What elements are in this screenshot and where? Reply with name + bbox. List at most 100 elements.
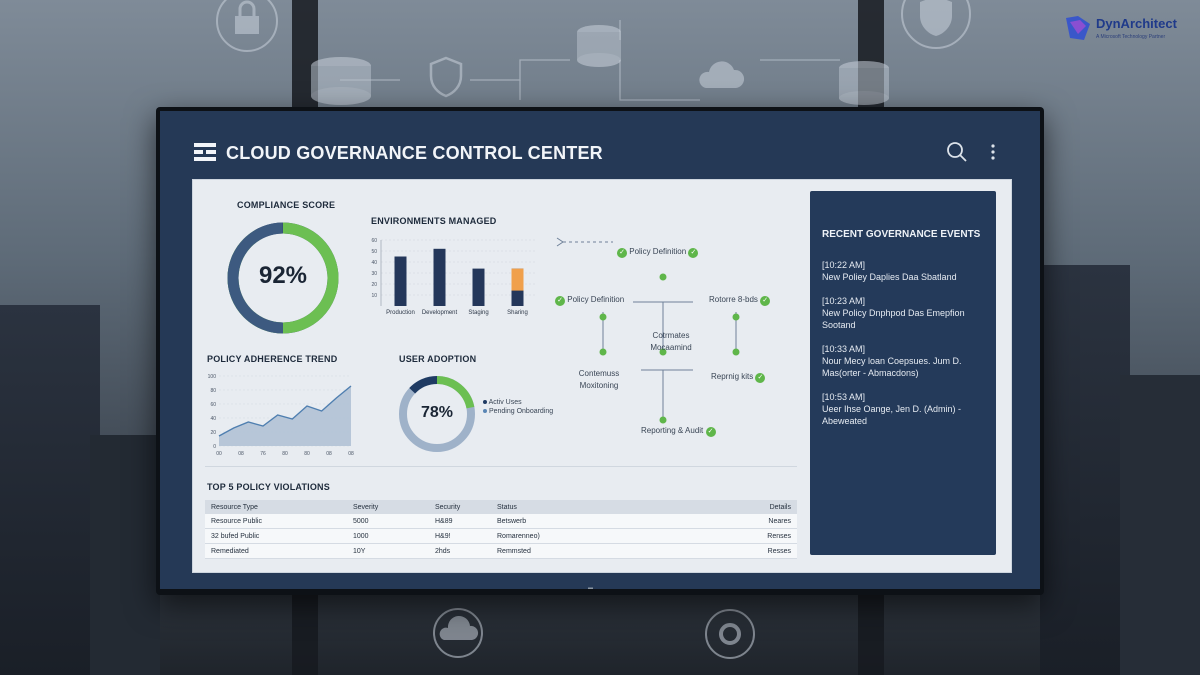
y-tick-label: 80 [210, 388, 216, 394]
event-item[interactable]: [10:22 AM] New Poliey Daplies Daa Sbatlan… [822, 259, 992, 283]
y-tick-label: 0 [213, 444, 216, 450]
table-row[interactable]: Resource Public 5000 H&89 Betswerb Neare… [205, 514, 797, 529]
cell: Romarenneo) [497, 532, 540, 540]
node-label: Reprnig kits [711, 372, 754, 381]
event-text: New Policy Dnphpod Das Emepfion Sootand [822, 308, 965, 330]
column-header[interactable]: Severity [347, 500, 429, 514]
bar [472, 268, 485, 306]
y-tick-label: 60 [210, 402, 216, 408]
adoption-title: USER ADOPTION [399, 354, 477, 364]
area-fill [219, 386, 351, 446]
node-policy-definition-left: ✓ Policy Definition [555, 295, 624, 306]
x-tick-label: 00 [216, 451, 222, 457]
column-header[interactable]: Resource Type [205, 500, 347, 514]
event-text: Ueer Ihse Oange, Jen D. (Admin) - Abewea… [822, 404, 962, 426]
y-tick-label: 10 [371, 293, 377, 299]
column-header[interactable]: Security [429, 500, 491, 514]
cell: 1000 [353, 532, 369, 540]
cell: Remediated [211, 547, 249, 555]
node-reporting-audit: Reporting & Audit ✓ [641, 426, 716, 437]
check-icon: ✓ [755, 373, 766, 383]
cell: 32 bufed Public [211, 532, 260, 540]
x-tick-label: Production [386, 310, 415, 316]
cloud-icon [694, 58, 746, 97]
gear-icon [704, 608, 756, 665]
environments-bar-chart: 10 20 30 40 50 60 Production Development Staging… [371, 238, 537, 316]
node-policy-definition-top: ✓ Policy Definition ✓ [617, 247, 699, 258]
brand-mark-icon [1066, 16, 1090, 40]
adoption-value: 78% [420, 404, 454, 421]
violations-table: Resource Type Severity Security Status D… [205, 500, 797, 559]
event-time: [10:33 AM] [822, 344, 866, 354]
check-icon: ✓ [617, 248, 627, 258]
database-icon [306, 56, 376, 113]
shield-lock-icon [896, 0, 976, 57]
cell: Betswerb [497, 517, 527, 525]
bar-highlight [511, 268, 524, 291]
x-tick-label: Staging [468, 310, 488, 316]
y-tick-label: 20 [371, 282, 377, 288]
node-center: Cotrmates Mocaamind [650, 331, 692, 352]
legend-item: Activ Uses [483, 399, 553, 406]
page-title: CLOUD GOVERNANCE CONTROL CENTER [226, 143, 603, 163]
node-reporting-kits: Reprnig kits ✓ [711, 372, 766, 383]
cloud-icon [428, 608, 488, 663]
cell: H&89 [435, 517, 453, 525]
bar [433, 248, 446, 306]
recent-events-panel: RECENT GOVERNANCE EVENTS [10:22 AM] New P… [810, 191, 996, 555]
y-tick-label: 30 [371, 271, 377, 277]
table-row[interactable]: Remediated 10Y 2hds Remmsted Resses [205, 543, 797, 559]
divider [205, 466, 797, 467]
database-icon [574, 24, 624, 77]
monitor-brand-mark: ▬ [588, 585, 593, 591]
y-tick-label: 20 [210, 430, 216, 436]
dashboard-screen: CLOUD GOVERNANCE CONTROL CENTER COMPLIAN… [160, 111, 1040, 589]
cell: H&9! [435, 532, 451, 540]
shield-icon [428, 56, 464, 103]
policy-adherence-area-chart: 100 80 60 40 20 000 08 76 80 80 08 08 [208, 374, 354, 457]
violations-title: TOP 5 POLICY VIOLATIONS [207, 482, 330, 492]
x-tick-label: 76 [260, 451, 266, 457]
grid-layout-icon [194, 143, 216, 161]
event-item[interactable]: [10:53 AM] Ueer Ihse Oange, Jen D. (Admin… [822, 391, 992, 427]
search-icon[interactable] [946, 141, 968, 163]
cell: Resource Public [211, 517, 262, 525]
cell: Renses [767, 532, 791, 540]
table-header-row: Resource Type Severity Security Status D… [205, 500, 797, 514]
x-tick-label: 80 [304, 451, 310, 457]
legend-label: Pending Onboarding [488, 408, 554, 415]
lock-icon [212, 0, 282, 57]
trend-title: POLICY ADHERENCE TREND [207, 354, 338, 364]
compliance-title: COMPLIANCE SCORE [237, 200, 336, 210]
event-text: Nour Mecy loan Coepsues. Jum D. Mas(orte… [822, 356, 962, 378]
monitor: CLOUD GOVERNANCE CONTROL CENTER COMPLIAN… [156, 107, 1044, 595]
column-header[interactable]: Details [676, 500, 797, 514]
table-row[interactable]: 32 bufed Public 1000 H&9! Romarenneo) Re… [205, 528, 797, 544]
node-label: Rotorre 8-bds [709, 295, 758, 304]
check-icon: ✓ [555, 296, 565, 306]
node-label: Reporting & Audit [641, 426, 704, 435]
legend-item: Pending Onboarding [483, 408, 553, 415]
y-tick-label: 40 [371, 260, 377, 266]
column-header[interactable]: Status [491, 500, 677, 514]
legend-label: Activ Uses [488, 399, 522, 406]
check-icon: ✓ [688, 248, 699, 258]
event-text: New Poliey Daplies Daa Sbatland [822, 272, 957, 282]
event-item[interactable]: [10:33 AM] Nour Mecy loan Coepsues. Jum D… [822, 343, 992, 379]
event-time: [10:53 AM] [822, 392, 866, 402]
y-tick-label: 60 [371, 238, 377, 244]
brand-name: DynArchitect [1096, 16, 1177, 31]
brand-logo: DynArchitect A Microsoft Technology Part… [1064, 14, 1192, 48]
x-tick-label: 08 [326, 451, 332, 457]
node-label: Policy Definition [629, 247, 687, 256]
x-tick-label: 08 [348, 451, 354, 457]
more-options-icon[interactable] [986, 141, 1000, 163]
events-title: RECENT GOVERNANCE EVENTS [822, 229, 981, 240]
event-item[interactable]: [10:23 AM] New Policy Dnphpod Das Emepfio… [822, 295, 992, 331]
x-tick-label: Development [422, 310, 458, 316]
database-icon [836, 60, 892, 113]
donut-segment-active [409, 376, 438, 394]
y-tick-label: 40 [210, 416, 216, 422]
cell: 10Y [353, 547, 366, 555]
node-monitoring: Contemuss Moxitoning [578, 369, 620, 390]
